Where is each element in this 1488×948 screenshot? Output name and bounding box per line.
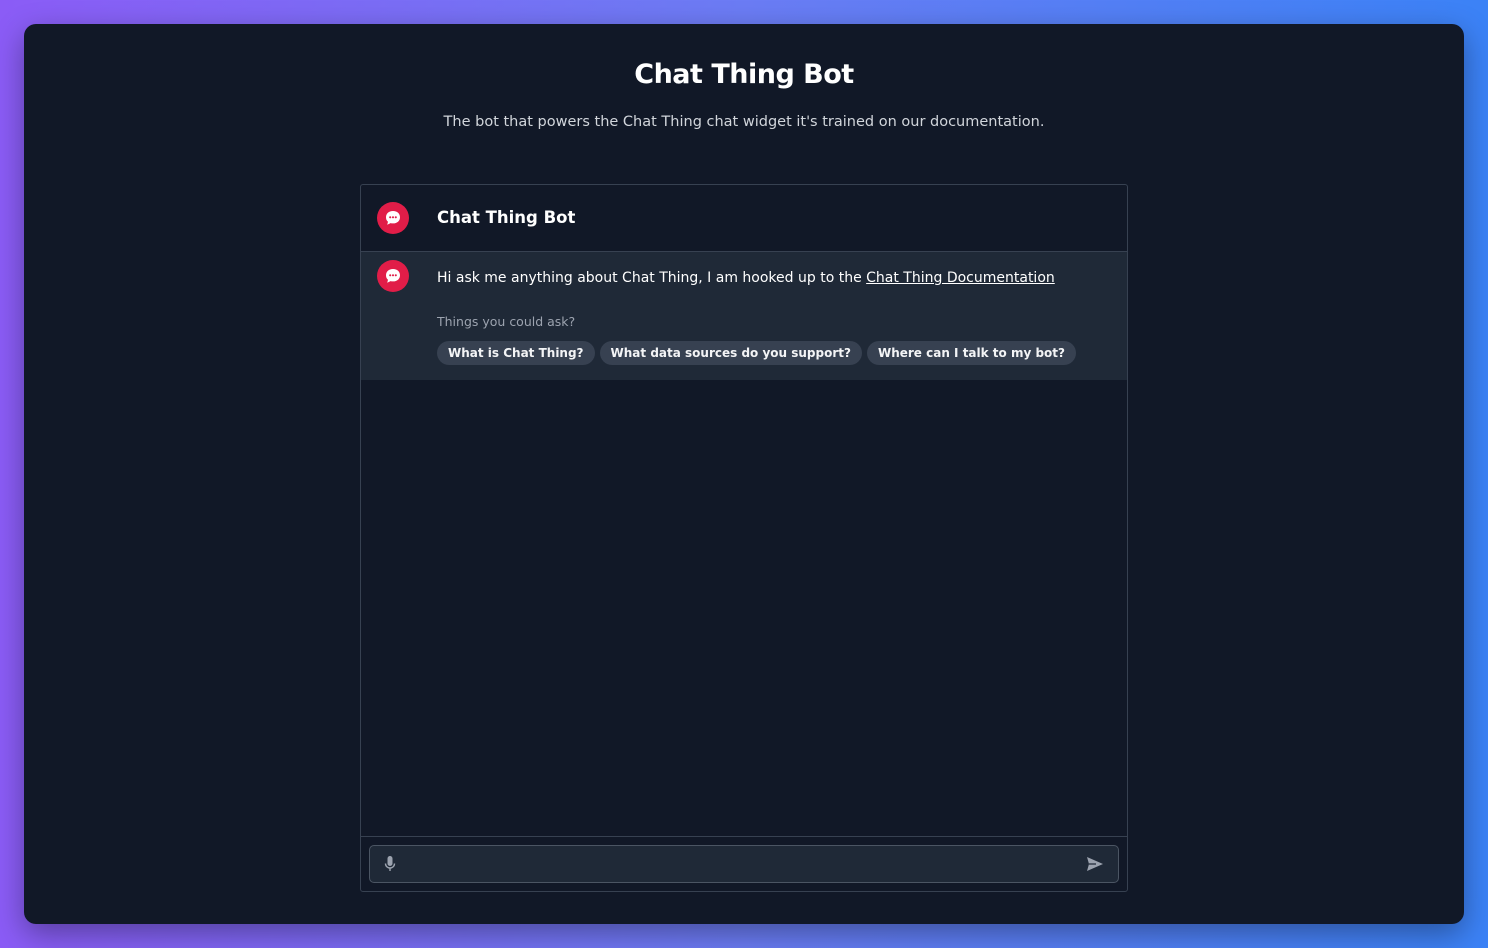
bot-message-avatar bbox=[377, 260, 409, 292]
bot-message-greeting: Hi ask me anything about Chat Thing, I a… bbox=[437, 270, 867, 286]
app-window: Chat Thing Bot The bot that powers the C… bbox=[24, 24, 1464, 924]
suggestion-chip[interactable]: What data sources do you support? bbox=[599, 341, 862, 365]
suggestion-chip[interactable]: Where can I talk to my bot? bbox=[866, 341, 1076, 365]
bot-message: Hi ask me anything about Chat Thing, I a… bbox=[361, 252, 1127, 380]
send-icon[interactable] bbox=[1086, 856, 1104, 872]
suggestion-list: What is Chat Thing? What data sources do… bbox=[437, 341, 1076, 365]
chat-bubble-icon bbox=[386, 211, 400, 225]
chat-widget: Chat Thing Bot Hi ask me anything about … bbox=[360, 184, 1128, 892]
suggestions-label: Things you could ask? bbox=[437, 314, 576, 329]
chat-bubble-icon bbox=[386, 269, 400, 283]
page-title: Chat Thing Bot bbox=[634, 59, 854, 90]
message-composer bbox=[369, 845, 1119, 883]
message-input[interactable] bbox=[406, 851, 1080, 879]
bot-message-text: Hi ask me anything about Chat Thing, I a… bbox=[437, 267, 1117, 289]
documentation-link[interactable]: Chat Thing Documentation bbox=[866, 270, 1055, 286]
chat-header-title: Chat Thing Bot bbox=[437, 208, 576, 227]
microphone-icon[interactable] bbox=[383, 855, 397, 873]
page-subtitle: The bot that powers the Chat Thing chat … bbox=[443, 114, 1045, 130]
bot-avatar bbox=[377, 202, 409, 234]
chat-header: Chat Thing Bot bbox=[361, 185, 1127, 252]
composer-area bbox=[361, 836, 1127, 891]
suggestion-chip[interactable]: What is Chat Thing? bbox=[437, 341, 595, 365]
